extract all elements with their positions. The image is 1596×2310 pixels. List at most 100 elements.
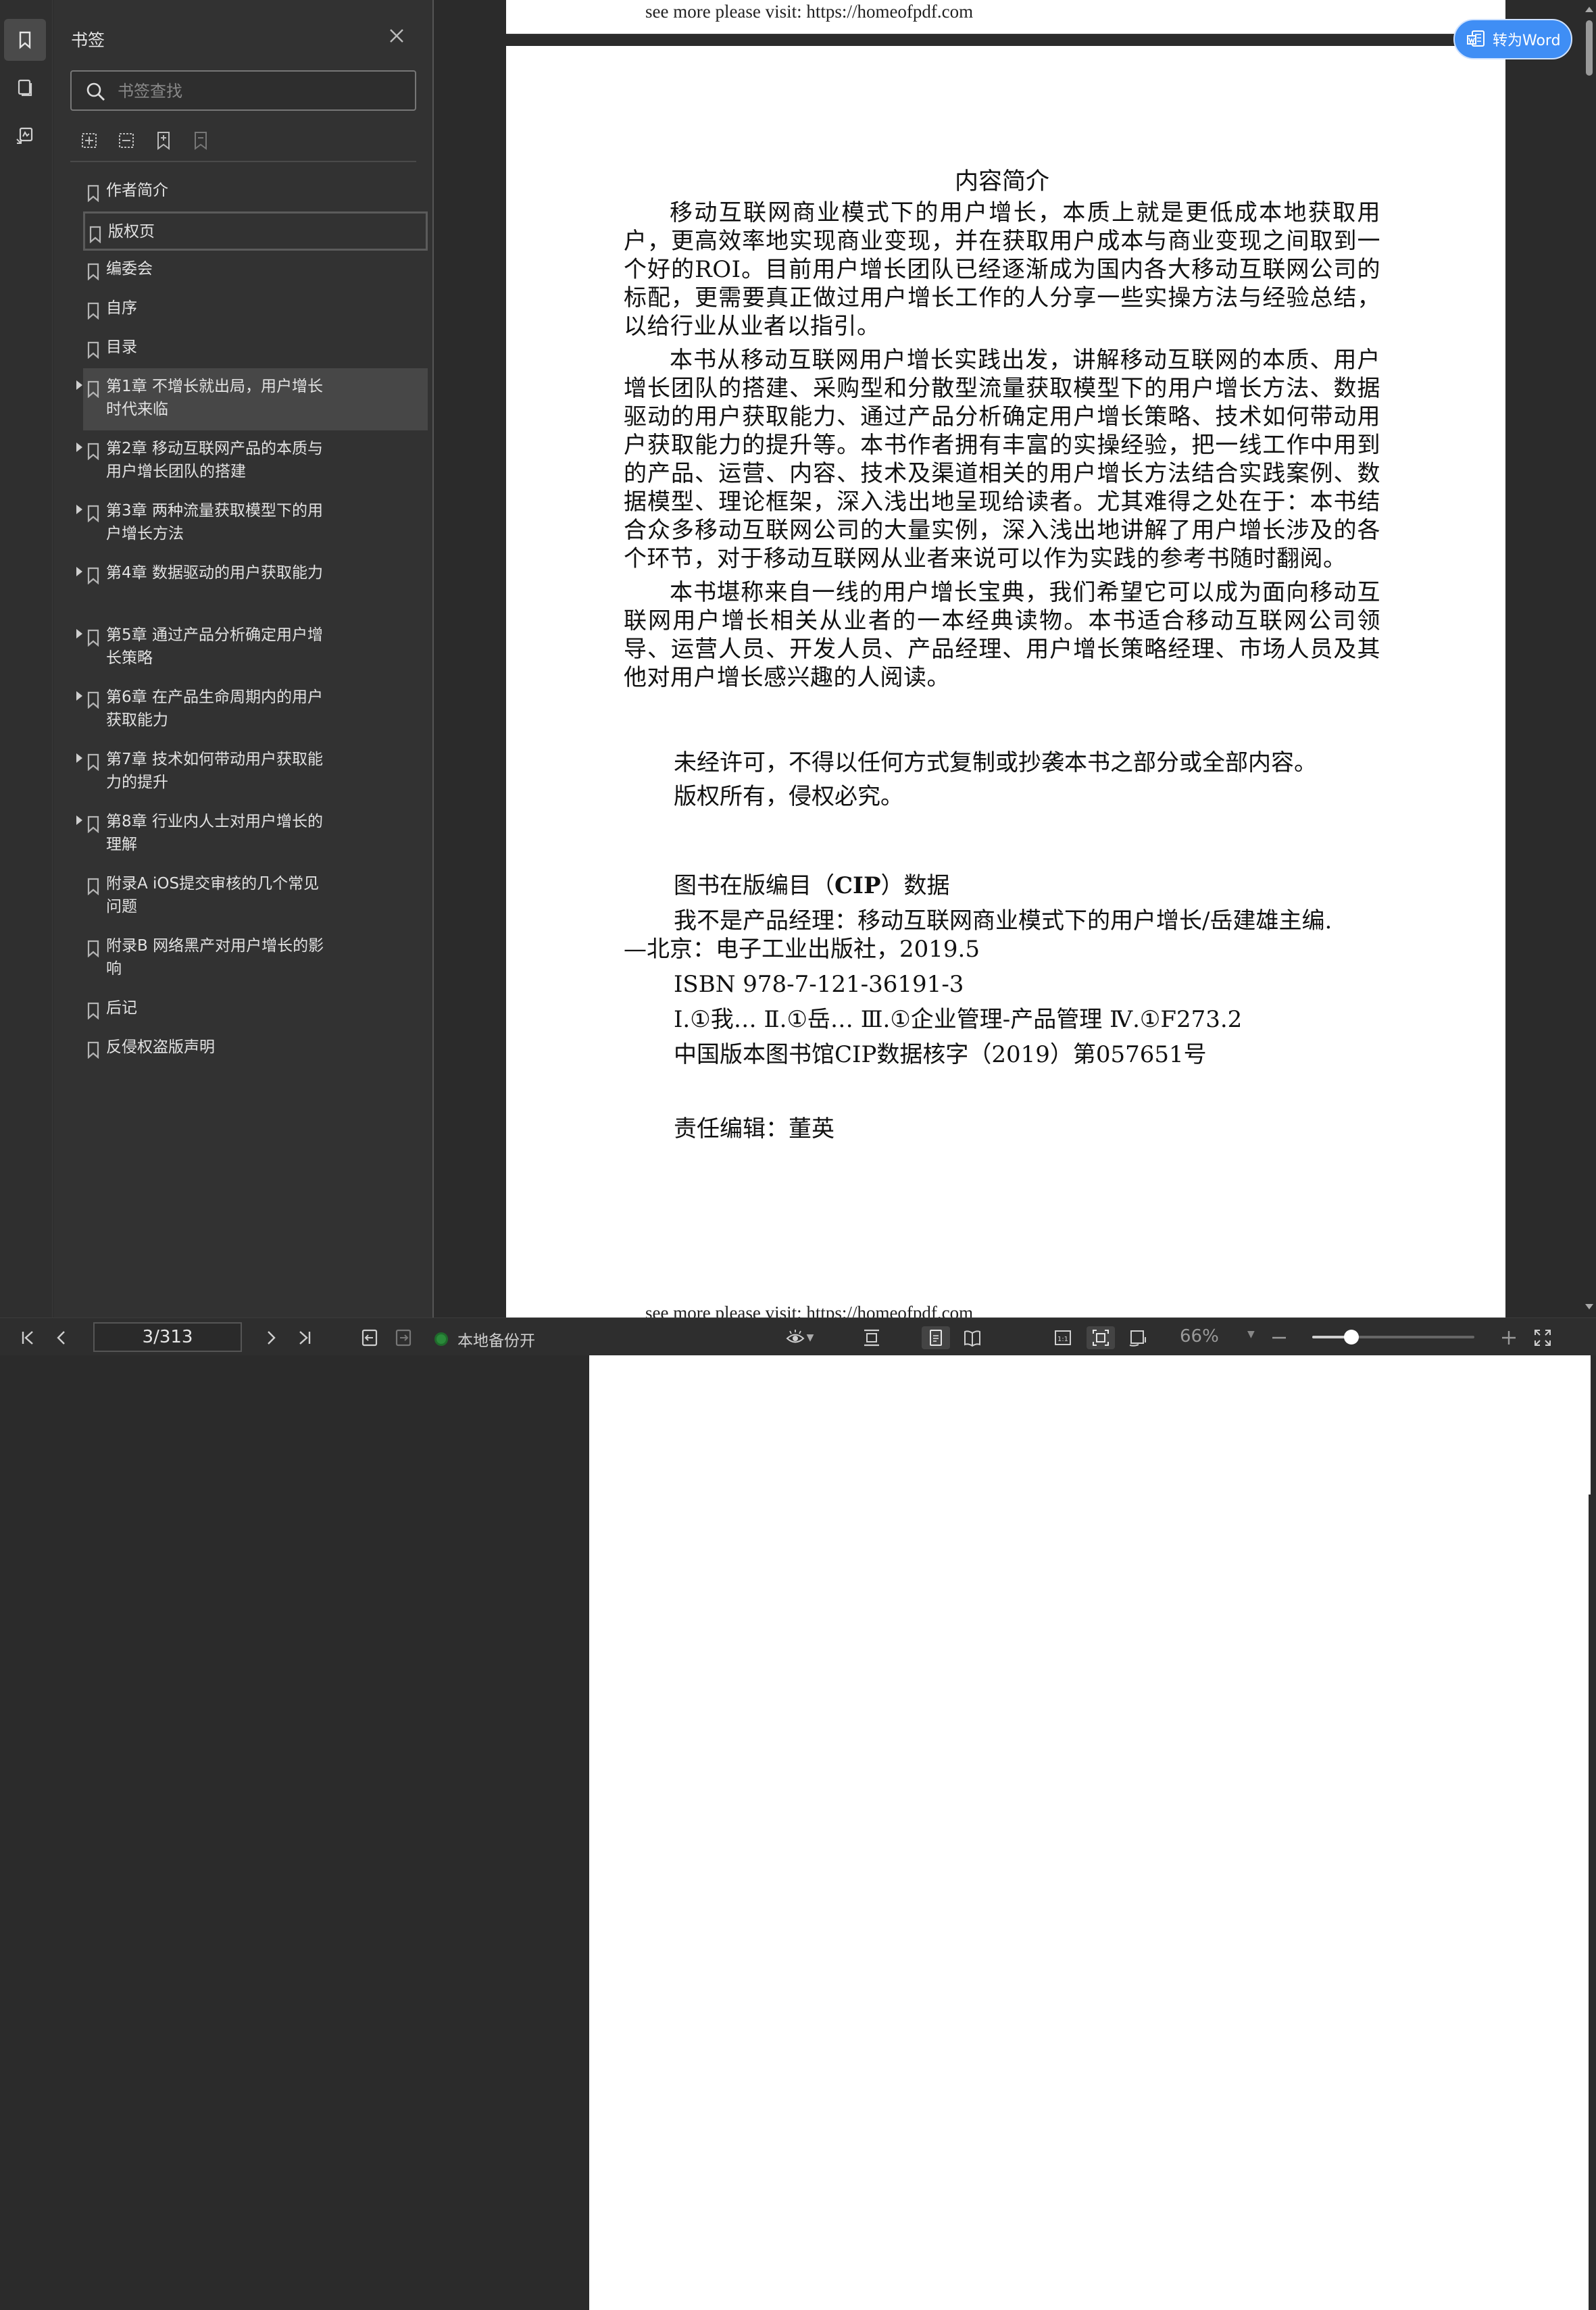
copyright-line-2: 版权所有，侵权必究。 (674, 783, 903, 810)
bookmark-label: 目录 (106, 338, 137, 356)
single-page-button[interactable] (922, 1326, 950, 1349)
bookmark-label: 第4章 数据驱动的用户获取能力 (106, 564, 323, 582)
forward-button[interactable] (392, 1326, 415, 1349)
expand-arrow-icon[interactable] (76, 815, 82, 825)
bookmark-label: 作者简介 (106, 182, 168, 199)
thumbnail-icon (18, 79, 32, 97)
convert-to-word-button[interactable]: 转为Word (1453, 19, 1572, 59)
expand-all-button[interactable] (77, 128, 101, 153)
vertical-scrollbar[interactable] (1582, 0, 1596, 1317)
expand-arrow-icon[interactable] (76, 567, 82, 576)
zoom-in-button[interactable] (1497, 1326, 1520, 1349)
bookmark-item[interactable]: 作者简介2 (83, 172, 1589, 1453)
minus-icon (1272, 1336, 1286, 1339)
bookmark-icon (87, 567, 99, 584)
close-icon[interactable] (386, 26, 407, 46)
first-page-icon (22, 1331, 33, 1345)
bookmark-icon (87, 263, 99, 280)
actual-size-button[interactable]: 1:1 (1051, 1326, 1074, 1349)
bookmark-icon (87, 691, 99, 709)
bookmark-item[interactable]: 第7章 技术如何带动用户获取能力的提升197 (76, 741, 1589, 2045)
bookmark-item[interactable]: 第1章 不增长就出局，用户增长时代来临16 (76, 368, 1589, 1672)
remove-bookmark-button[interactable] (189, 128, 213, 153)
search-icon (86, 82, 105, 101)
panel-divider (70, 161, 416, 162)
bookmark-label: 附录A iOS提交审核的几个常见问题 (106, 875, 320, 915)
bookmark-label: 第1章 不增长就出局，用户增长时代来临 (106, 378, 323, 418)
zoom-slider[interactable] (1312, 1330, 1474, 1345)
expand-arrow-icon[interactable] (76, 505, 82, 514)
bookmark-item[interactable]: 附录B 网络黑产对用户增长的影响300 (83, 928, 1589, 2232)
bookmark-label: 第8章 行业内人士对用户增长的理解 (106, 813, 323, 853)
page-gap (506, 35, 1505, 46)
scroll-up-arrow-icon[interactable] (1585, 7, 1593, 12)
bookmark-item[interactable]: 后记308 (83, 990, 1589, 2271)
two-page-button[interactable] (958, 1326, 987, 1349)
annotation-tab-button[interactable] (4, 115, 46, 157)
bookmark-icon (89, 226, 101, 243)
panel-title: 书签 (71, 30, 105, 50)
bookmark-icon (87, 753, 99, 771)
expand-arrow-icon[interactable] (76, 753, 82, 763)
bookmark-item[interactable]: 第5章 通过产品分析确定用户增长策略149 (76, 617, 1589, 1921)
local-backup-status[interactable]: 本地备份开 (434, 1328, 535, 1351)
bookmark-item[interactable]: 第4章 数据驱动的用户获取能力85 (76, 555, 1589, 1859)
bookmark-label: 反侵权盗版声明 (106, 1038, 215, 1056)
next-page-button[interactable] (259, 1326, 282, 1349)
collapse-all-icon (119, 133, 134, 148)
expand-arrow-icon[interactable] (76, 629, 82, 638)
fit-page-button[interactable] (1087, 1326, 1115, 1349)
bookmark-label: 版权页 (108, 223, 155, 241)
zoom-level[interactable]: 66% (1180, 1326, 1219, 1347)
bookmark-label: 编委会 (106, 260, 153, 278)
collapse-all-button[interactable] (114, 128, 139, 153)
bookmark-panel: 书签 作者简介2版权页3编委会5自序6目录12第1章 不增长就出局，用户增长时代… (53, 0, 1591, 2310)
add-bookmark-button[interactable] (151, 128, 176, 153)
last-page-button[interactable] (293, 1326, 316, 1349)
bookmark-icon (87, 302, 99, 320)
actual-size-icon: 1:1 (1055, 1330, 1071, 1345)
expand-arrow-icon[interactable] (76, 443, 82, 452)
fit-page-icon (1093, 1330, 1109, 1346)
rotate-button[interactable] (1126, 1326, 1150, 1349)
bookmark-tab-button[interactable] (4, 19, 46, 61)
scrollbar-thumb[interactable] (1586, 20, 1593, 76)
read-mode-button[interactable]: ▼ (782, 1326, 816, 1349)
bookmark-label: 第7章 技术如何带动用户获取能力的提升 (106, 751, 323, 791)
zoom-slider-handle[interactable] (1343, 1330, 1359, 1345)
bookmark-label: 第6章 在产品生命周期内的用户获取能力 (106, 688, 323, 729)
bookmark-item[interactable]: 第2章 移动互联网产品的本质与用户增长团队的搭建26 (76, 430, 1589, 1734)
bookmark-item[interactable]: 第6章 在产品生命周期内的用户获取能力185 (76, 679, 1589, 1983)
continuous-scroll-button[interactable] (859, 1326, 884, 1349)
add-bookmark-icon (157, 132, 170, 150)
bookmark-item[interactable]: 第3章 两种流量获取模型下的用户增长方法51 (76, 493, 1589, 1797)
copyright-line-1: 未经许可，不得以任何方式复制或抄袭本书之部分或全部内容。 (674, 749, 1317, 776)
bookmark-item[interactable]: 附录A iOS提交审核的几个常见问题289 (83, 865, 1589, 2169)
bookmark-item[interactable]: 反侵权盗版声明310 (83, 1029, 1589, 2310)
annotation-icon (16, 127, 33, 144)
bookmark-item[interactable]: 自序6 (83, 290, 1589, 1571)
bookmark-item[interactable]: 目录12 (83, 329, 1589, 1610)
bookmark-item[interactable]: 第8章 行业内人士对用户增长的理解258 (76, 803, 1589, 2107)
svg-text:1:1: 1:1 (1057, 1336, 1068, 1343)
expand-arrow-icon[interactable] (76, 380, 82, 390)
bookmark-search-input[interactable] (118, 78, 401, 104)
thumbnail-tab-button[interactable] (4, 66, 46, 108)
bookmark-item[interactable]: 编委会5 (83, 251, 1589, 1532)
scroll-down-arrow-icon[interactable] (1585, 1304, 1593, 1309)
expand-arrow-icon[interactable] (76, 691, 82, 701)
zoom-dropdown-chevron-icon[interactable]: ▼ (1247, 1329, 1255, 1340)
first-page-button[interactable] (16, 1326, 39, 1349)
bookmark-search-box[interactable] (70, 70, 416, 111)
bookmark-item[interactable]: 版权页3 (83, 211, 1591, 1495)
bookmark-label: 附录B 网络黑产对用户增长的影响 (106, 937, 324, 978)
zoom-out-button[interactable] (1268, 1326, 1291, 1349)
fullscreen-button[interactable] (1531, 1326, 1554, 1349)
bookmark-icon (87, 940, 99, 957)
copyright-block: 未经许可，不得以任何方式复制或抄袭本书之部分或全部内容。 版权所有，侵权必究。 (674, 749, 1380, 811)
bookmark-label: 第3章 两种流量获取模型下的用户增长方法 (106, 502, 323, 543)
bookmark-icon (87, 1002, 99, 1020)
previous-page-button[interactable] (50, 1326, 73, 1349)
page-number-input[interactable]: 3/313 (93, 1322, 242, 1352)
back-button[interactable] (358, 1326, 381, 1349)
